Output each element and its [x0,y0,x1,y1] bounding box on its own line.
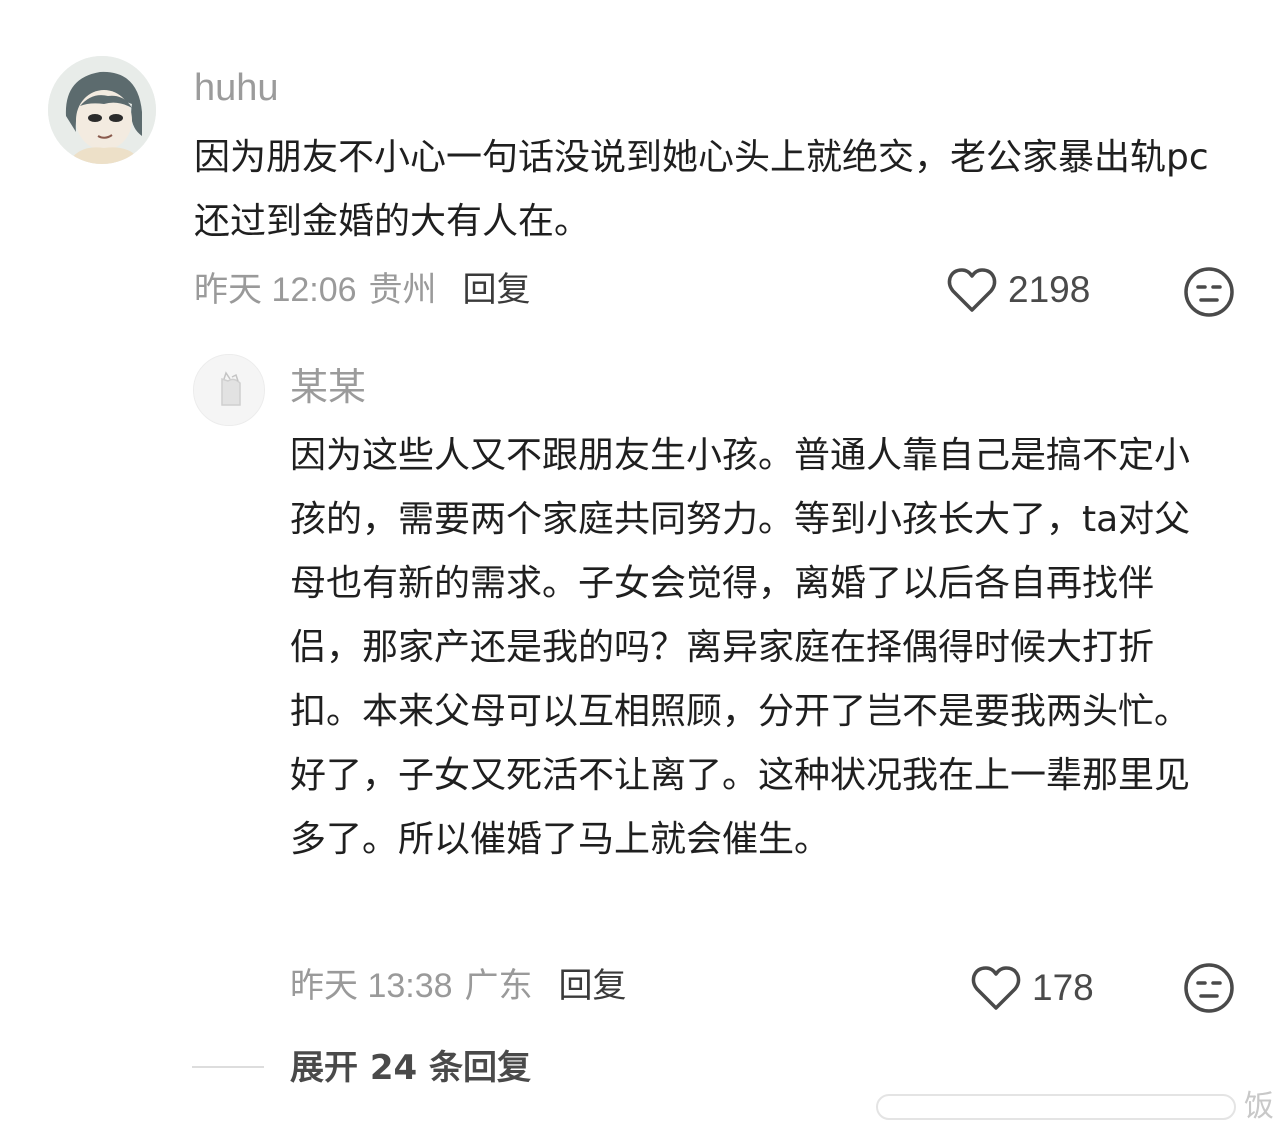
comment-meta: 昨天 12:06 贵州 回复 [194,268,531,312]
expand-replies-button[interactable]: 展开 24 条回复 [290,1046,531,1090]
avatar-illustration [194,355,264,425]
divider [192,1066,264,1068]
comment-username[interactable]: huhu [194,66,279,110]
avatar-illustration [48,56,156,164]
comment-text: 因为朋友不小心一句话没说到她心头上就绝交，老公家暴出轨pc还过到金婚的大有人在。 [194,137,1209,242]
comment-text: 因为这些人又不跟朋友生小孩。普通人靠自己是搞不定小孩的，需要两个家庭共同努力。等… [290,435,1191,860]
reply-button[interactable]: 回复 [559,967,627,1005]
like-button[interactable]: 178 [970,964,1094,1012]
watermark: 饭 [1244,1089,1274,1124]
reply-button[interactable]: 回复 [463,271,531,309]
reply-avatar[interactable] [193,354,265,426]
comment-location: 贵州 [368,271,437,309]
comment-time: 昨天 13:38 [290,967,453,1005]
like-count: 178 [1032,967,1094,1008]
like-button[interactable]: 2198 [946,266,1090,314]
comment-username[interactable]: 某某 [290,366,366,410]
neutral-face-icon [1184,963,1234,1013]
emoji-reaction-button[interactable] [1183,962,1235,1018]
like-count: 2198 [1008,269,1091,310]
emoji-reaction-button[interactable] [1183,266,1235,322]
watermark-decoration [876,1094,1236,1120]
comment-location: 广东 [464,967,533,1005]
comment-meta: 昨天 13:38 广东 回复 [290,964,627,1008]
comment-time: 昨天 12:06 [194,271,357,309]
avatar[interactable] [48,56,156,164]
heart-outline-icon [971,966,1021,1010]
heart-outline-icon [947,268,997,312]
neutral-face-icon [1184,267,1234,317]
